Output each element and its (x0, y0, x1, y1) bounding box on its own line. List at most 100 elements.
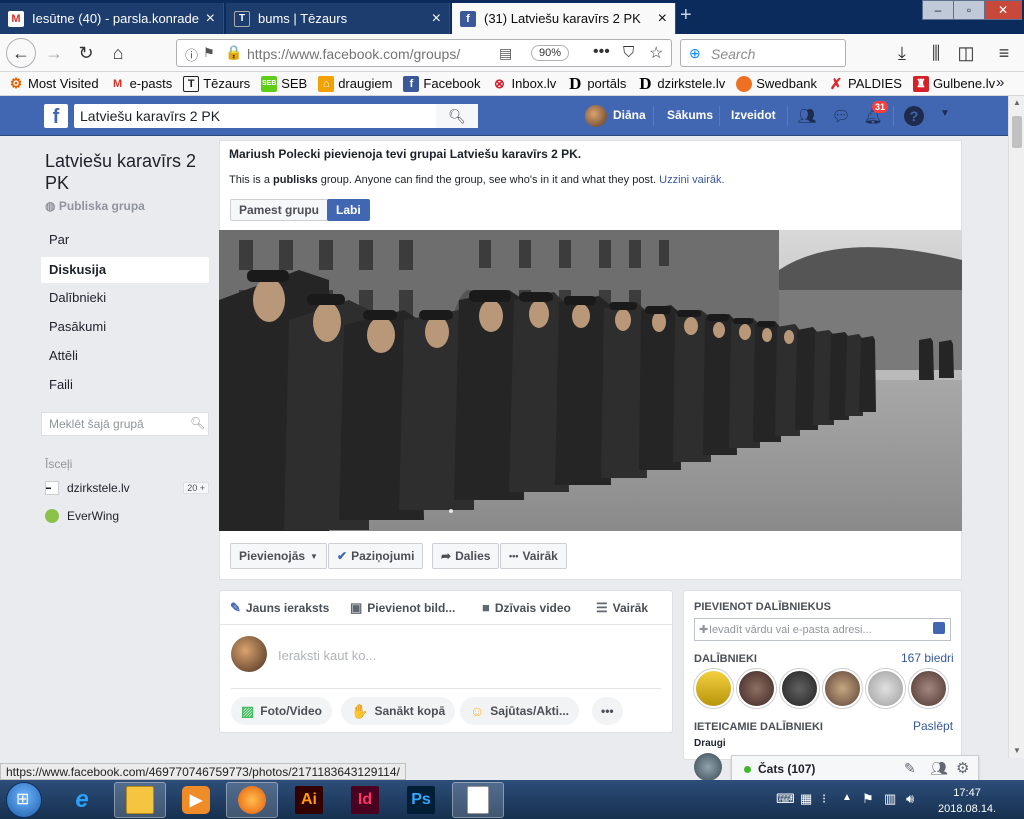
create-link[interactable]: Izveidot (731, 108, 776, 122)
bookmark-gulbene[interactable]: ♜ Gulbene.lv (912, 75, 995, 92)
taskbar-media-player[interactable]: ▶ (170, 782, 222, 818)
maximize-window-button[interactable]: ▫ (953, 0, 985, 20)
bookmark-portals[interactable]: Dportāls (567, 74, 626, 93)
network-icon[interactable]: ▥ (884, 791, 896, 807)
contacts-icon[interactable] (933, 622, 945, 634)
shortcut-everwing[interactable]: EverWing (45, 509, 119, 523)
member-avatar[interactable] (823, 669, 862, 708)
hide-link[interactable]: Paslēpt (913, 719, 953, 733)
taskbar-photoshop[interactable]: Ps (395, 782, 447, 818)
forward-button[interactable]: → (40, 39, 68, 67)
url-text[interactable]: https://www.facebook.com/groups/ (247, 46, 460, 62)
group-nav-dalibnieki[interactable]: Dalībnieki (41, 285, 209, 311)
bookmark-dzirkstele[interactable]: Ddzirkstele.lv (637, 74, 725, 93)
permissions-icon[interactable]: ⚑ (203, 45, 215, 61)
composer-tab-more[interactable]: ☰ Vairāk (596, 600, 648, 616)
scrollbar-thumb[interactable] (1012, 116, 1022, 148)
chat-bar[interactable]: Čats (107) ✎ 👥︎ ⚙ (731, 755, 979, 783)
group-title[interactable]: Latviešu karavīrs 2 PK (45, 150, 210, 194)
composer-tab-add-photo[interactable]: ▣ Pievienot bild... (350, 600, 455, 616)
leave-group-button[interactable]: Pamest grupu (230, 199, 329, 221)
start-button[interactable]: ⊞ (6, 782, 42, 818)
back-button[interactable]: ← (6, 38, 36, 68)
member-avatar[interactable] (694, 669, 733, 708)
taskbar-indesign[interactable]: Id (339, 782, 391, 818)
bookmark-swedbank[interactable]: Swedbank (736, 75, 817, 92)
reload-button[interactable]: ↻ (72, 39, 100, 67)
browser-search-input[interactable]: ⊕ Search (680, 39, 846, 67)
bookmark-e-pasts[interactable]: Me-pasts (110, 76, 172, 92)
new-tab-icon[interactable]: + (680, 4, 692, 27)
search-engine-icon[interactable]: ⊕ (689, 45, 701, 62)
taskbar-clock[interactable]: 17:47 2018.08.14. (938, 785, 996, 817)
close-window-button[interactable]: ✕ (984, 0, 1022, 20)
group-nav-pasakumi[interactable]: Pasākumi (41, 314, 209, 340)
share-button[interactable]: ➦ Dalies (432, 543, 500, 569)
language-icon[interactable]: ▦ (800, 791, 812, 807)
composer-tab-live-video[interactable]: ■ Dzīvais video (482, 600, 571, 615)
bookmark-seb[interactable]: SEB SEB (261, 75, 307, 92)
scroll-up-icon[interactable]: ▲ (1013, 98, 1021, 107)
home-button[interactable]: ⌂ (104, 39, 132, 67)
bookmark-inbox[interactable]: ⊗ Inbox.lv (492, 76, 556, 92)
add-members-input[interactable]: ✚ Ievadīt vārdu vai e-pasta adresi... (694, 618, 951, 641)
new-message-icon[interactable]: ✎ (904, 760, 916, 777)
downloads-button[interactable]: ⤓ (888, 39, 916, 67)
messenger-icon[interactable]: 💬︎ (831, 106, 851, 126)
composer-tab-new-post[interactable]: ✎ Jauns ieraksts (230, 600, 329, 616)
info-icon[interactable]: ⓘ (185, 45, 198, 64)
member-avatar[interactable] (737, 669, 776, 708)
close-tab-icon[interactable]: × (658, 10, 667, 28)
member-avatar[interactable] (866, 669, 905, 708)
avatar[interactable] (585, 105, 607, 127)
member-avatar[interactable] (909, 669, 948, 708)
feeling-activity-button[interactable]: ☺ Sajūtas/Akti... (460, 697, 579, 725)
page-actions-icon[interactable]: ••• (593, 43, 610, 61)
group-search-input[interactable]: Meklēt šajā grupā 🔍︎ (41, 412, 209, 436)
taskbar-file-explorer[interactable] (114, 782, 166, 818)
volume-icon[interactable]: 🔊︎ (906, 791, 914, 807)
group-cover-photo[interactable] (219, 230, 962, 531)
bookmark-most-visited[interactable]: ⚙ Most Visited (8, 75, 99, 92)
shortcut-dzirkstele[interactable]: ▬ dzirkstele.lv 20 + (45, 481, 209, 495)
ok-button[interactable]: Labi (327, 199, 370, 221)
facebook-search-button[interactable]: 🔍︎ (436, 104, 478, 128)
bookmark-tezaurs[interactable]: T Tēzaurs (183, 75, 250, 92)
close-tab-icon[interactable]: × (432, 10, 441, 28)
friend-requests-icon[interactable]: 👥︎ (797, 106, 817, 126)
url-bar[interactable]: ⓘ ⚑ 🔒 https://www.facebook.com/groups/ ▤… (176, 39, 672, 67)
group-nav-par[interactable]: Par (41, 227, 209, 253)
minimize-window-button[interactable]: – (922, 0, 954, 20)
photo-video-button[interactable]: ▨ Foto/Video (231, 697, 333, 725)
account-menu-icon[interactable]: ▼ (940, 108, 950, 119)
composer-more-button[interactable]: ••• (592, 697, 623, 725)
sidebar-button[interactable]: ◫ (952, 39, 980, 67)
bookmark-star-icon[interactable]: ☆ (649, 43, 663, 63)
action-center-flag-icon[interactable]: ⚑ (862, 791, 874, 807)
show-hidden-icons-icon[interactable]: ▲ (842, 792, 852, 803)
help-icon[interactable]: ? (904, 106, 924, 126)
bookmark-paldies[interactable]: ✗ PALDIES (828, 76, 902, 93)
more-button[interactable]: ••• Vairāk (500, 543, 567, 569)
group-nav-diskusija[interactable]: Diskusija (41, 257, 209, 283)
close-tab-icon[interactable]: × (206, 10, 215, 28)
taskbar-internet-explorer[interactable]: e (56, 782, 108, 818)
more-bookmarks-icon[interactable]: » (996, 74, 1004, 91)
tray-icon[interactable]: ⁝ (822, 791, 826, 807)
zoom-level[interactable]: 90% (531, 45, 570, 61)
member-avatar[interactable] (780, 669, 819, 708)
reader-view-icon[interactable]: ▤ (499, 45, 512, 62)
joined-dropdown-button[interactable]: Pievienojās ▼ (230, 543, 327, 569)
browser-tab-tezaurs[interactable]: T bums | Tēzaurs × (226, 3, 450, 34)
library-button[interactable]: ⫼ (922, 39, 950, 67)
notifications-button[interactable]: ✔ Paziņojumi (328, 543, 424, 569)
facebook-search-input[interactable]: Latviešu karavīrs 2 PK (74, 104, 478, 128)
suggested-avatar[interactable] (694, 753, 722, 781)
pocket-icon[interactable]: ⛉ (623, 44, 634, 61)
group-nav-faili[interactable]: Faili (41, 372, 209, 398)
chat-settings-gear-icon[interactable]: ⚙ (956, 759, 969, 777)
group-nav-atteli[interactable]: Attēli (41, 343, 209, 369)
keyboard-icon[interactable]: ⌨ (776, 791, 795, 807)
composer-input[interactable]: Ieraksti kaut ko... (278, 648, 376, 663)
menu-button[interactable]: ≡ (990, 39, 1018, 67)
